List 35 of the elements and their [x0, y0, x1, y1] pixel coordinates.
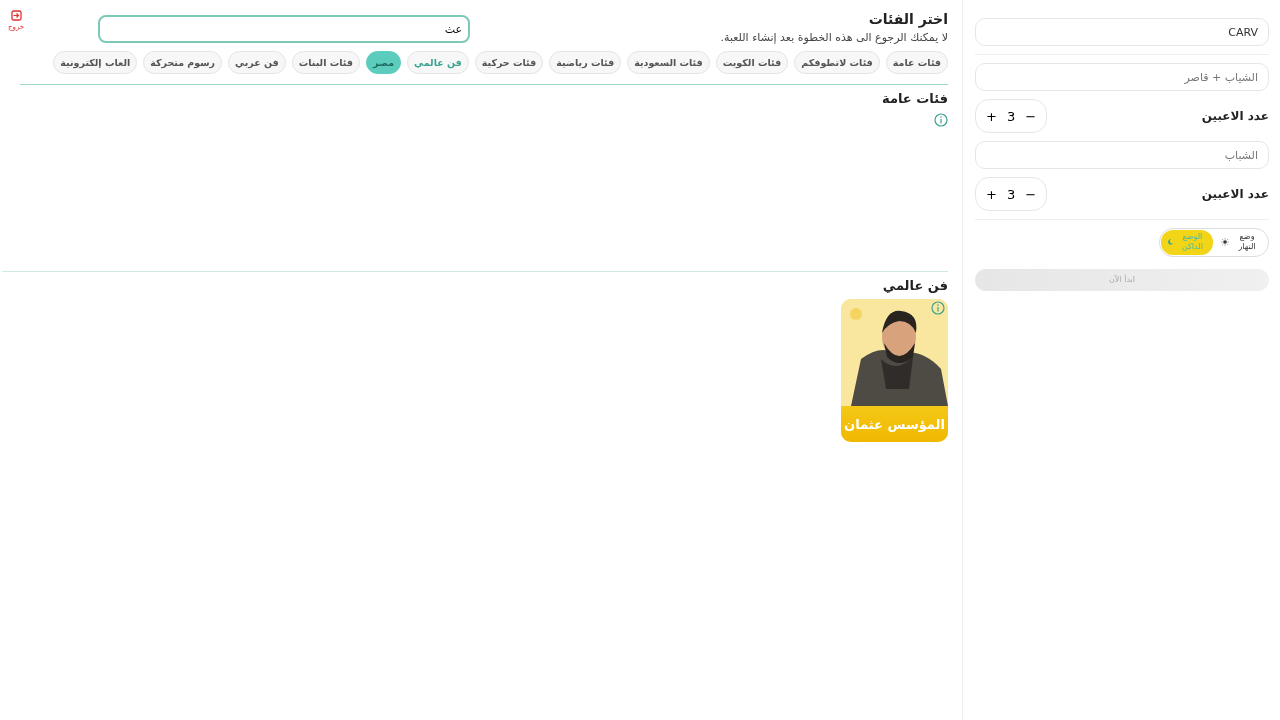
category-chip[interactable]: فئات رياضية: [549, 51, 622, 74]
players-label: عدد الاعبين: [1201, 187, 1269, 201]
page-subtitle: لا يمكنك الرجوع الى هذه الخطوة بعد إنشاء اللعبة.: [720, 31, 948, 44]
player-count: 3: [1006, 108, 1016, 124]
card-title: المؤسس عثمان: [841, 406, 948, 442]
category-chip[interactable]: فئات حركية: [474, 51, 544, 74]
category-chip[interactable]: فن عربي: [228, 51, 286, 74]
theme-label: الوضع الداكن: [1180, 232, 1204, 253]
plus-button[interactable]: +: [986, 186, 997, 202]
category-chip[interactable]: العاب إلكترونية: [53, 51, 138, 74]
info-icon[interactable]: [934, 113, 948, 127]
section-title: فئات عامة: [881, 91, 948, 106]
category-chip[interactable]: رسوم متحركة: [143, 51, 223, 74]
theme-label: وضع النهار: [1237, 232, 1257, 253]
category-chip[interactable]: فئات عامة: [885, 51, 948, 74]
sun-icon: [1221, 237, 1230, 248]
search-field[interactable]: عث: [98, 15, 470, 43]
players-label: عدد الاعبين: [1201, 109, 1269, 123]
moon-icon: [1167, 237, 1174, 248]
exit-icon: [10, 10, 22, 21]
category-chip[interactable]: فئات الكويت: [715, 51, 789, 74]
team-name-field[interactable]: الشباب: [975, 141, 1269, 169]
plus-button[interactable]: +: [986, 108, 997, 124]
minus-button[interactable]: −: [1025, 108, 1037, 124]
minus-button[interactable]: −: [1025, 186, 1037, 202]
category-chip[interactable]: فئات البنات: [291, 51, 360, 74]
game-name-field[interactable]: CARV: [975, 18, 1269, 46]
info-icon[interactable]: [931, 301, 945, 315]
section-title: فن عالمي: [881, 278, 948, 293]
theme-option[interactable]: وضع النهار: [1215, 230, 1267, 255]
player-count: 3: [1006, 186, 1016, 202]
category-chip[interactable]: فئات لاتطوفكم: [794, 51, 880, 74]
category-chip[interactable]: فئات السعودية: [627, 51, 710, 74]
page-title: اختر الفئات: [867, 11, 948, 27]
team-name-field[interactable]: الشياب + قاصر: [975, 63, 1269, 91]
